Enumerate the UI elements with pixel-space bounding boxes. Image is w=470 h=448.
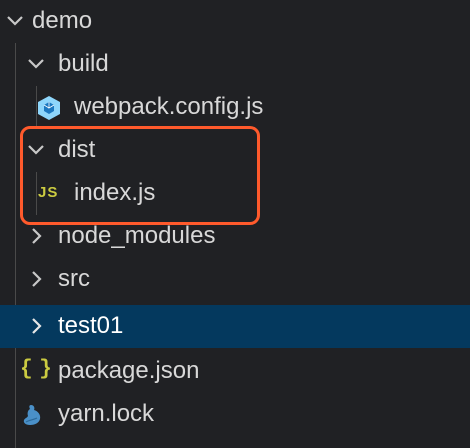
file-explorer-tree: demo build webpack.config.js dist JS ind…: [0, 0, 470, 448]
tree-item-label: demo: [32, 7, 93, 34]
chevron-right-icon: [32, 271, 42, 287]
tree-item-package-json-file[interactable]: { } package.json: [0, 350, 470, 393]
tree-item-label: yarn.lock: [58, 400, 155, 427]
tree-item-build-folder[interactable]: build: [0, 43, 470, 86]
tree-item-label: src: [58, 265, 90, 292]
tree-item-webpack-config-file[interactable]: webpack.config.js: [0, 86, 470, 129]
chevron-down-icon: [28, 145, 44, 155]
chevron-down-icon: [7, 16, 23, 26]
tree-item-label: test01: [58, 312, 124, 339]
json-file-icon: { }: [20, 358, 52, 381]
tree-item-label: node_modules: [58, 222, 216, 249]
tree-item-node-modules-folder[interactable]: node_modules: [0, 215, 470, 258]
tree-item-demo-folder[interactable]: demo: [0, 0, 470, 43]
tree-item-test01-folder[interactable]: test01: [0, 305, 470, 348]
chevron-right-icon: [32, 228, 42, 244]
tree-item-yarn-lock-file[interactable]: yarn.lock: [0, 393, 470, 436]
tree-item-label: dist: [58, 136, 96, 163]
tree-item-label: index.js: [74, 179, 156, 206]
js-file-icon: JS: [38, 184, 59, 201]
chevron-right-icon: [32, 318, 42, 334]
tree-item-label: webpack.config.js: [74, 93, 264, 120]
tree-item-index-js-file[interactable]: JS index.js: [0, 172, 470, 215]
chevron-down-icon: [28, 59, 44, 69]
tree-item-label: build: [58, 50, 109, 77]
tree-item-src-folder[interactable]: src: [0, 258, 470, 301]
tree-item-label: package.json: [58, 357, 200, 384]
webpack-icon: [38, 96, 60, 120]
yarn-icon: [23, 405, 41, 425]
tree-item-dist-folder[interactable]: dist: [0, 129, 470, 172]
